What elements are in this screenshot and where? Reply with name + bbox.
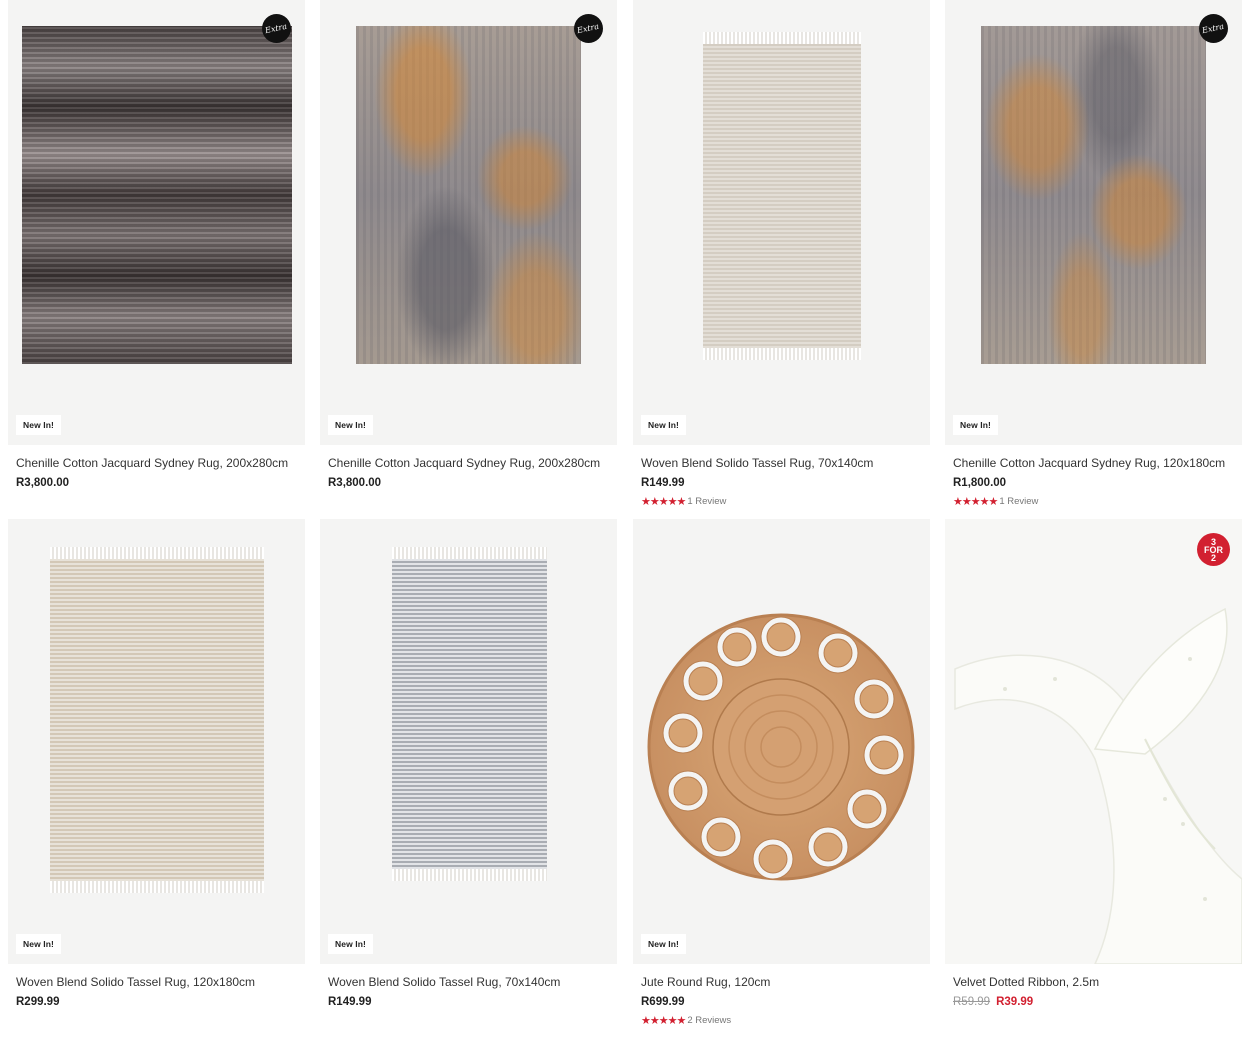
product-image[interactable]: Extra New In! xyxy=(8,0,305,445)
product-title[interactable]: Woven Blend Solido Tassel Rug, 120x180cm xyxy=(16,975,305,989)
white-ribbon-bow-image xyxy=(954,607,1242,964)
product-card[interactable]: 3 FOR 2 Velvet Dotted Ribbon, 2.5m R59.9… xyxy=(945,519,1242,1008)
product-price: R299.99 xyxy=(16,996,60,1008)
product-card[interactable]: New In! Woven Blend Solido Tassel Rug, 7… xyxy=(633,0,930,508)
product-image[interactable]: New In! xyxy=(320,519,617,964)
product-price: R3,800.00 xyxy=(328,477,382,489)
product-card[interactable]: Extra New In! Chenille Cotton Jacquard S… xyxy=(320,0,617,489)
extra-badge: Extra xyxy=(574,14,603,43)
product-price: R149.99 xyxy=(641,477,685,489)
product-image[interactable]: Extra New In! xyxy=(320,0,617,445)
product-grid: Extra New In! Chenille Cotton Jacquard S… xyxy=(0,0,1250,1038)
new-in-badge: New In! xyxy=(953,415,998,435)
product-title[interactable]: Woven Blend Solido Tassel Rug, 70x140cm xyxy=(641,456,930,470)
rust-grey-abstract-rug-image xyxy=(981,26,1206,364)
new-in-badge: New In! xyxy=(328,934,373,954)
product-card[interactable]: Extra New In! Chenille Cotton Jacquard S… xyxy=(945,0,1242,508)
review-count[interactable]: 2 Reviews xyxy=(687,1015,731,1026)
product-rating[interactable]: ★★★★★ 1 Review xyxy=(953,495,1242,508)
product-rating[interactable]: ★★★★★ 2 Reviews xyxy=(641,1014,930,1027)
product-price: R1,800.00 xyxy=(953,477,1007,489)
product-title[interactable]: Chenille Cotton Jacquard Sydney Rug, 200… xyxy=(328,456,617,470)
new-in-badge: New In! xyxy=(328,415,373,435)
product-image[interactable]: New In! xyxy=(633,0,930,445)
grey-striped-tassel-rug-image xyxy=(392,547,547,881)
review-count[interactable]: 1 Review xyxy=(999,496,1038,507)
product-rating[interactable]: ★★★★★ 1 Review xyxy=(641,495,930,508)
new-in-badge: New In! xyxy=(16,415,61,435)
new-in-badge: New In! xyxy=(16,934,61,954)
product-title[interactable]: Jute Round Rug, 120cm xyxy=(641,975,930,989)
product-title[interactable]: Chenille Cotton Jacquard Sydney Rug, 120… xyxy=(953,456,1242,470)
product-price: R699.99 xyxy=(641,996,685,1008)
sale-price: R39.99 xyxy=(996,996,1034,1008)
star-rating-icon: ★★★★★ xyxy=(641,496,686,508)
product-image[interactable]: Extra New In! xyxy=(945,0,1242,445)
product-title[interactable]: Chenille Cotton Jacquard Sydney Rug, 200… xyxy=(16,456,305,470)
extra-badge: Extra xyxy=(1199,14,1228,43)
product-price: R59.99 R39.99 xyxy=(953,996,1242,1008)
review-count[interactable]: 1 Review xyxy=(687,496,726,507)
three-for-two-badge: 3 FOR 2 xyxy=(1197,533,1230,566)
was-price: R59.99 xyxy=(953,996,991,1008)
product-title[interactable]: Woven Blend Solido Tassel Rug, 70x140cm xyxy=(328,975,617,989)
new-in-badge: New In! xyxy=(641,415,686,435)
star-rating-icon: ★★★★★ xyxy=(953,496,998,508)
jute-round-rug-image xyxy=(647,613,915,881)
cream-striped-tassel-rug-image xyxy=(50,547,264,893)
dark-abstract-rug-image xyxy=(22,26,292,364)
product-image[interactable]: New In! xyxy=(8,519,305,964)
product-image[interactable]: 3 FOR 2 xyxy=(945,519,1242,964)
product-card[interactable]: Extra New In! Chenille Cotton Jacquard S… xyxy=(8,0,305,489)
rust-grey-abstract-rug-image xyxy=(356,26,581,364)
star-rating-icon: ★★★★★ xyxy=(641,1015,686,1027)
product-price: R3,800.00 xyxy=(16,477,70,489)
beige-striped-tassel-rug-image xyxy=(703,32,861,360)
product-card[interactable]: New In! Woven Blend Solido Tassel Rug, 7… xyxy=(320,519,617,1008)
extra-badge: Extra xyxy=(262,14,291,43)
new-in-badge: New In! xyxy=(641,934,686,954)
product-price: R149.99 xyxy=(328,996,372,1008)
product-title[interactable]: Velvet Dotted Ribbon, 2.5m xyxy=(953,975,1242,989)
product-image[interactable]: New In! xyxy=(633,519,930,964)
product-card[interactable]: New In! Jute Round Rug, 120cm R699.99 ★★… xyxy=(633,519,930,1027)
product-card[interactable]: New In! Woven Blend Solido Tassel Rug, 1… xyxy=(8,519,305,1008)
